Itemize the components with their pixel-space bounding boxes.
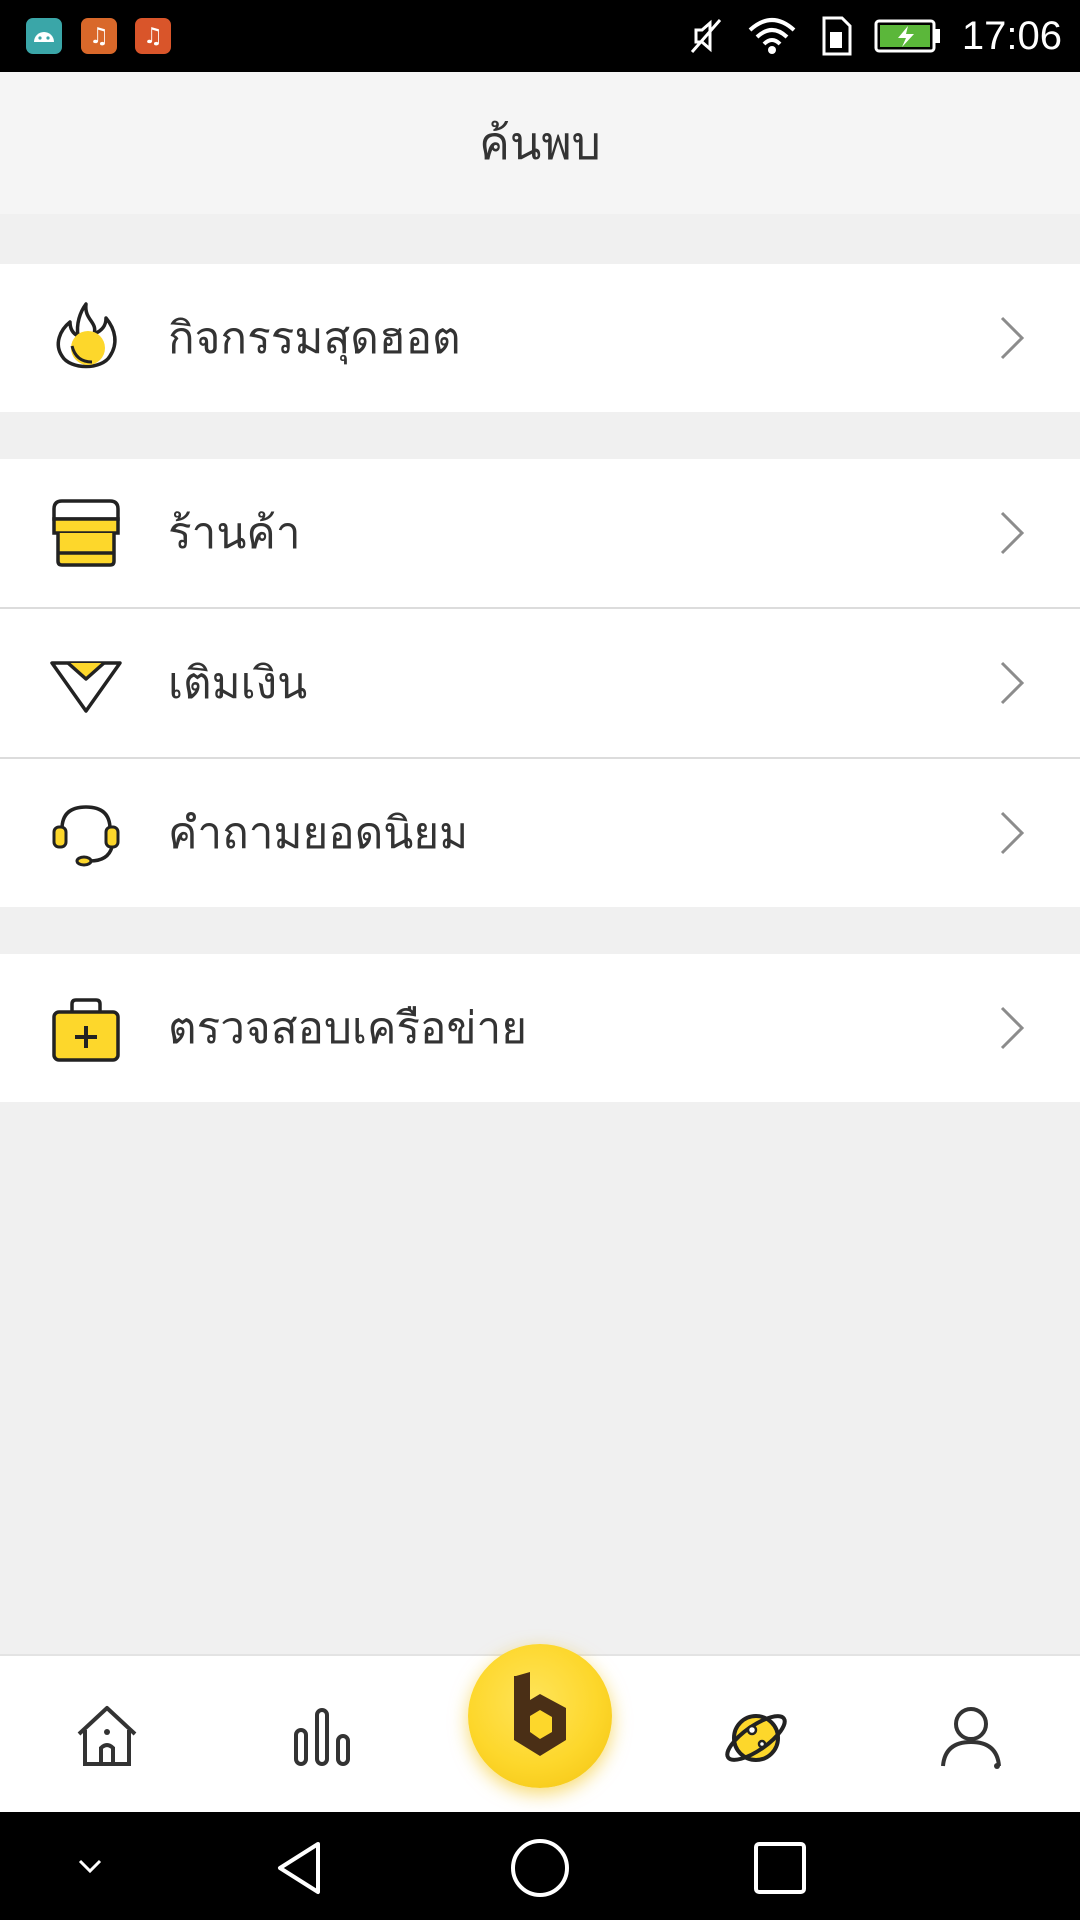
profile-icon[interactable] [935,1700,1007,1772]
menu-item-label: คำถามยอดนิยม [168,808,469,859]
fire-icon [56,302,117,369]
status-clock: 17:06 [961,13,1062,58]
menu-item-hot-activities[interactable]: กิจกรรมสุดฮอต [0,264,1080,412]
first-aid-kit-icon [52,998,120,1062]
chevron-right-icon [1000,511,1025,555]
android-app-icon [26,18,62,54]
chevron-right-icon [1000,316,1025,360]
music-app-icon: ♫ [81,18,117,54]
battery-charging-icon [874,19,940,53]
system-navigation-bar [0,1812,1080,1920]
mute-icon [690,19,722,53]
recents-icon[interactable] [752,1840,808,1896]
menu-item-network-check[interactable]: ตรวจสอบเครือข่าย [0,954,1080,1102]
diamond-icon [50,661,122,713]
chevron-right-icon [1000,661,1025,705]
collapse-icon[interactable] [72,1848,108,1884]
status-bar: ♫ ♫ 17:06 [0,0,1080,72]
menu-item-label: ร้านค้า [168,508,301,559]
shop-icon [52,499,120,567]
wifi-icon [748,18,796,54]
menu-item-label: เติมเงิน [168,658,308,709]
back-icon[interactable] [270,1838,330,1898]
page-title: ค้นพบ [479,115,601,170]
menu-item-faq[interactable]: คำถามยอดนิยม [0,759,1080,907]
chart-icon[interactable] [286,1700,358,1772]
home-circle-icon[interactable] [508,1836,572,1900]
menu-item-label: กิจกรรมสุดฮอต [168,313,461,364]
home-icon[interactable] [71,1700,143,1772]
chevron-right-icon [1000,1006,1025,1050]
brand-b-button[interactable] [468,1644,612,1788]
music-app-icon: ♫ [135,18,171,54]
menu-item-label: ตรวจสอบเครือข่าย [168,1003,528,1054]
menu-item-shop[interactable]: ร้านค้า [0,459,1080,607]
chevron-right-icon [1000,811,1025,855]
brand-b-icon [514,1672,566,1756]
page-header: ค้นพบ [0,72,1080,214]
planet-icon[interactable] [720,1700,792,1772]
headset-icon [52,805,120,867]
sim-icon [822,16,852,56]
menu-item-top-up[interactable]: เติมเงิน [0,609,1080,757]
